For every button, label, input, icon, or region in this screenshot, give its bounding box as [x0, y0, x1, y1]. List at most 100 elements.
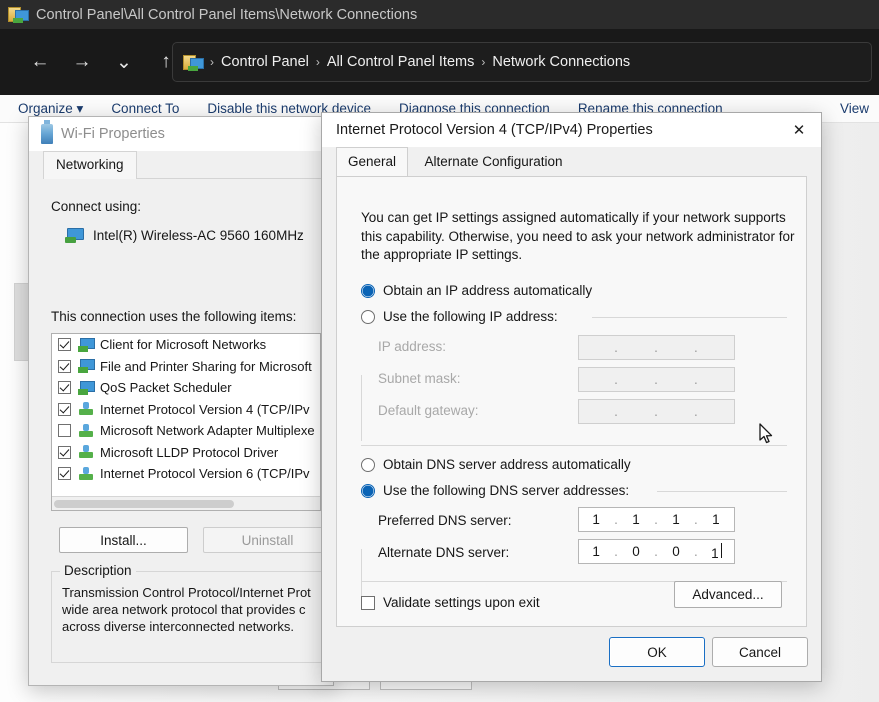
ok-button[interactable]: OK — [609, 637, 705, 667]
label-default-gateway: Default gateway: — [378, 403, 479, 418]
radio-use-following-dns[interactable]: Use the following DNS server addresses: — [361, 483, 629, 498]
description-title: Description — [60, 563, 136, 578]
recent-locations-chevron-down-icon[interactable]: ⌄ — [106, 44, 142, 80]
group-separator-ip — [592, 317, 787, 318]
toolbar-organize[interactable]: Organize ▾ — [18, 101, 83, 117]
list-item-label: Client for Microsoft Networks — [100, 337, 266, 352]
list-item-label: Internet Protocol Version 4 (TCP/IPv — [100, 402, 310, 417]
octet: 0 — [659, 544, 694, 559]
protocol-icon — [78, 424, 94, 438]
ipv4-general-panel: You can get IP settings assigned automat… — [336, 177, 807, 627]
address-bar[interactable]: › Control Panel › All Control Panel Item… — [172, 42, 872, 82]
octet: 1 — [579, 544, 614, 559]
radio-label: Obtain an IP address automatically — [383, 283, 592, 298]
group-separator-dns — [657, 491, 787, 492]
octet: 1 — [579, 512, 614, 527]
radio-obtain-dns-automatically[interactable]: Obtain DNS server address automatically — [361, 457, 631, 472]
radio-obtain-ip-automatically[interactable]: Obtain an IP address automatically — [361, 283, 592, 298]
breadcrumb-item-control-panel[interactable]: Control Panel — [221, 54, 309, 70]
ipv4-properties-dialog: Internet Protocol Version 4 (TCP/IPv4) P… — [321, 112, 822, 682]
label-preferred-dns: Preferred DNS server: — [378, 513, 512, 528]
radio-label: Use the following IP address: — [383, 309, 558, 324]
breadcrumb-item-network-connections[interactable]: Network Connections — [492, 54, 630, 70]
group-edge-ip — [361, 375, 362, 441]
checkbox-icon[interactable] — [58, 338, 71, 351]
list-item[interactable]: Client for Microsoft Networks — [52, 334, 320, 356]
adapter-icon — [65, 228, 83, 243]
octet: 1 — [699, 512, 734, 527]
list-item[interactable]: File and Printer Sharing for Microsoft — [52, 356, 320, 378]
octet: 0 — [619, 544, 654, 559]
text-caret — [721, 543, 722, 558]
checkbox-icon[interactable] — [58, 360, 71, 373]
back-button[interactable]: ← — [22, 44, 58, 80]
list-item-label: QoS Packet Scheduler — [100, 380, 232, 395]
radio-icon-selected[interactable] — [361, 284, 375, 298]
wifi-tabstrip: Networking — [43, 151, 333, 179]
description-groupbox: Description Transmission Control Protoco… — [51, 571, 332, 663]
dot: . — [654, 372, 659, 387]
radio-icon-selected[interactable] — [361, 484, 375, 498]
list-item[interactable]: Internet Protocol Version 6 (TCP/IPv — [52, 463, 320, 485]
radio-use-following-ip[interactable]: Use the following IP address: — [361, 309, 558, 324]
install-button[interactable]: Install... — [59, 527, 188, 553]
input-alternate-dns[interactable]: 1 . 0 . 0 . 1 — [578, 539, 735, 564]
validate-settings-row[interactable]: Validate settings upon exit — [361, 595, 540, 610]
list-item-label: Microsoft LLDP Protocol Driver — [100, 445, 278, 460]
section-divider — [361, 445, 787, 446]
protocol-icon — [78, 445, 94, 459]
toolbar-connect-to[interactable]: Connect To — [111, 101, 179, 116]
adapter-display: Intel(R) Wireless-AC 9560 160MHz — [65, 223, 315, 247]
network-icon — [78, 381, 94, 395]
ipv4-dialog-title: Internet Protocol Version 4 (TCP/IPv4) P… — [336, 122, 653, 138]
radio-icon[interactable] — [361, 458, 375, 472]
tab-networking[interactable]: Networking — [43, 151, 137, 179]
list-item[interactable]: Internet Protocol Version 4 (TCP/IPv — [52, 399, 320, 421]
network-icon — [78, 338, 94, 352]
breadcrumb-item-all-control-panel-items[interactable]: All Control Panel Items — [327, 54, 474, 70]
toolbar-view-button[interactable]: View — [840, 101, 869, 116]
label-ip-address: IP address: — [378, 339, 446, 354]
description-line-2: wide area network protocol that provides… — [62, 601, 323, 618]
explorer-titlebar: Control Panel\All Control Panel Items\Ne… — [0, 0, 879, 29]
group-edge-dns — [361, 549, 362, 599]
tab-alternate-configuration[interactable]: Alternate Configuration — [412, 147, 574, 176]
list-item[interactable]: Microsoft LLDP Protocol Driver — [52, 442, 320, 464]
adapter-name: Intel(R) Wireless-AC 9560 160MHz — [93, 228, 304, 243]
input-preferred-dns[interactable]: 1 . 1 . 1 . 1 — [578, 507, 735, 532]
dot: . — [654, 340, 659, 355]
input-default-gateway: . . . — [578, 399, 735, 424]
tab-general[interactable]: General — [336, 147, 408, 176]
input-ip-address: . . . — [578, 335, 735, 360]
protocol-icon — [78, 402, 94, 416]
cancel-button[interactable]: Cancel — [712, 637, 808, 667]
protocol-icon — [78, 467, 94, 481]
validate-settings-label: Validate settings upon exit — [383, 595, 540, 610]
list-item[interactable]: QoS Packet Scheduler — [52, 377, 320, 399]
network-icon — [78, 359, 94, 373]
checkbox-icon[interactable] — [58, 467, 71, 480]
description-line-1: Transmission Control Protocol/Internet P… — [62, 584, 323, 601]
checkbox-icon[interactable] — [361, 596, 375, 610]
ipv4-dialog-footer: OK Cancel — [322, 627, 821, 681]
checkbox-icon[interactable] — [58, 446, 71, 459]
network-items-list[interactable]: Client for Microsoft Networks File and P… — [51, 333, 321, 511]
forward-button[interactable]: → — [64, 44, 100, 80]
mouse-cursor — [758, 423, 776, 447]
horizontal-scrollbar[interactable] — [52, 496, 320, 510]
checkbox-icon[interactable] — [58, 424, 71, 437]
close-icon[interactable]: ✕ — [777, 113, 821, 147]
dot: . — [654, 404, 659, 419]
checkbox-icon[interactable] — [58, 381, 71, 394]
breadcrumb-separator-3: › — [481, 55, 485, 69]
scrollbar-thumb[interactable] — [54, 500, 234, 508]
advanced-button[interactable]: Advanced... — [674, 581, 782, 608]
radio-icon[interactable] — [361, 310, 375, 324]
octet: 1 — [619, 512, 654, 527]
list-item[interactable]: Microsoft Network Adapter Multiplexe — [52, 420, 320, 442]
list-item-label: Microsoft Network Adapter Multiplexe — [100, 423, 315, 438]
dot: . — [694, 340, 699, 355]
checkbox-icon[interactable] — [58, 403, 71, 416]
network-connections-icon — [8, 6, 28, 23]
description-line-3: across diverse interconnected networks. — [62, 618, 323, 635]
